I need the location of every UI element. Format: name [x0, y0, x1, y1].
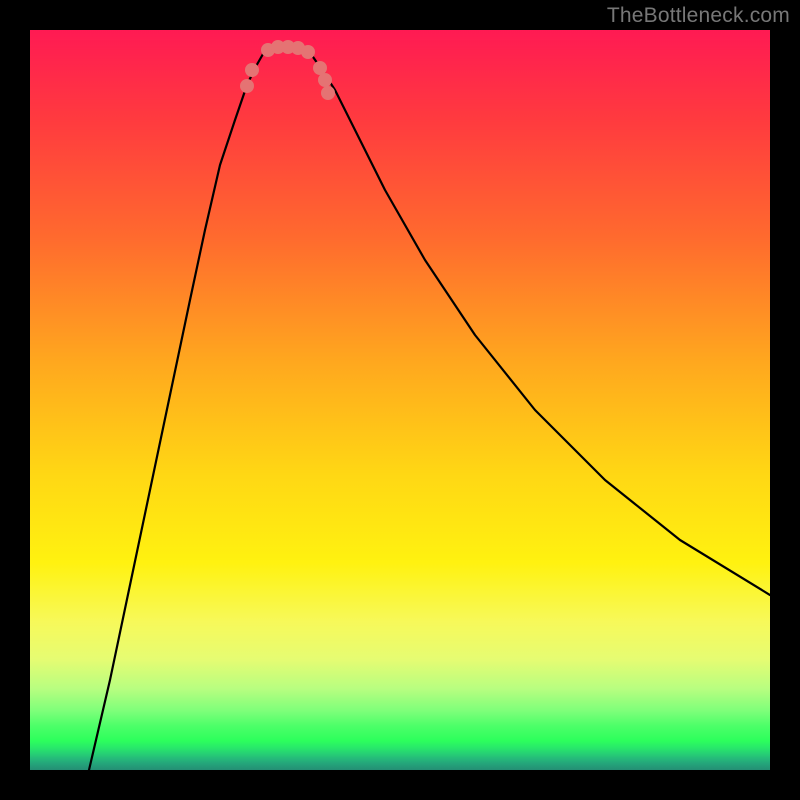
valley-marker: [240, 79, 254, 93]
valley-marker: [321, 86, 335, 100]
series-right-branch: [311, 54, 770, 595]
series-left-branch: [89, 54, 263, 770]
valley-marker: [318, 73, 332, 87]
valley-marker: [301, 45, 315, 59]
valley-marker: [245, 63, 259, 77]
plot-area: [30, 30, 770, 770]
valley-markers: [240, 40, 335, 100]
frame: TheBottleneck.com: [0, 0, 800, 800]
bottleneck-curve: [89, 47, 770, 770]
valley-marker: [313, 61, 327, 75]
watermark-text: TheBottleneck.com: [607, 4, 790, 28]
curve-layer: [30, 30, 770, 770]
